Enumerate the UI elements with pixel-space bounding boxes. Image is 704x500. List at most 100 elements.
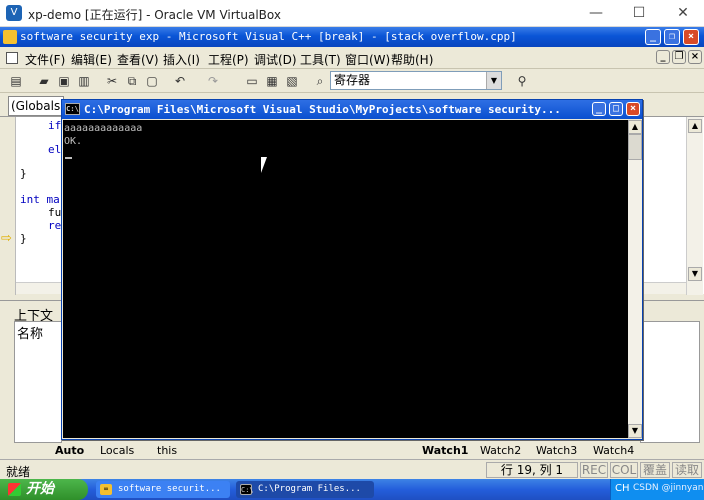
undo-icon[interactable]: ↶ bbox=[172, 73, 188, 89]
console-close-button[interactable]: × bbox=[626, 102, 640, 116]
workspace-icon[interactable]: ▭ bbox=[244, 73, 260, 89]
watermark: CSDN @jinnyan bbox=[633, 483, 704, 493]
scope-combo[interactable]: (Globals bbox=[8, 96, 64, 116]
name-column-header: 名称 bbox=[17, 327, 44, 342]
virtualbox-logo-icon: V bbox=[6, 5, 22, 21]
vc-title-bar: software security exp - Microsoft Visual… bbox=[0, 27, 704, 47]
host-title-bar: V xp-demo [正在运行] - Oracle VM VirtualBox … bbox=[0, 0, 704, 27]
menu-window[interactable]: 窗口(W) bbox=[345, 51, 390, 68]
host-maximize-button[interactable]: ☐ bbox=[624, 3, 654, 23]
save-all-icon[interactable]: ▥ bbox=[76, 73, 92, 89]
code-line: fu bbox=[48, 206, 62, 219]
vc-minimize-button[interactable]: _ bbox=[645, 29, 661, 45]
status-bar: 就绪 行 19, 列 1 REC COL 覆盖 读取 bbox=[0, 459, 704, 479]
menu-project[interactable]: 工程(P) bbox=[208, 51, 249, 68]
console-title-bar[interactable]: C:\ C:\Program Files\Microsoft Visual St… bbox=[62, 100, 642, 119]
current-line-arrow-icon: ⇨ bbox=[1, 231, 12, 246]
find-combo[interactable]: 寄存器 ▼ bbox=[330, 71, 502, 90]
host-minimize-button[interactable]: — bbox=[581, 3, 611, 23]
cut-icon[interactable]: ✂ bbox=[104, 73, 120, 89]
find-in-files-icon[interactable]: ⌕ bbox=[312, 73, 328, 89]
code-line: int ma bbox=[20, 193, 60, 206]
output-icon[interactable]: ▦ bbox=[264, 73, 280, 89]
console-output-line: OK. bbox=[64, 136, 83, 147]
new-file-icon[interactable]: ▤ bbox=[8, 73, 24, 89]
open-folder-icon[interactable]: ▰ bbox=[36, 73, 52, 89]
host-window-title: xp-demo [正在运行] - Oracle VM VirtualBox bbox=[28, 8, 281, 22]
tab-watch4[interactable]: Watch4 bbox=[593, 444, 634, 457]
vc-app-icon: ∞ bbox=[100, 484, 112, 495]
vc-window-title: software security exp - Microsoft Visual… bbox=[20, 30, 517, 43]
document-icon bbox=[6, 52, 18, 64]
tab-watch2[interactable]: Watch2 bbox=[480, 444, 521, 457]
vc-restore-button[interactable]: ❐ bbox=[664, 29, 680, 45]
status-col: COL bbox=[610, 462, 638, 478]
tab-watch3[interactable]: Watch3 bbox=[536, 444, 577, 457]
start-button[interactable]: 开始 bbox=[0, 479, 88, 500]
console-window[interactable]: C:\ C:\Program Files\Microsoft Visual St… bbox=[61, 99, 643, 440]
paste-icon[interactable]: ▢ bbox=[144, 73, 160, 89]
taskbar-item-console[interactable]: C:\ C:\Program Files... bbox=[236, 481, 374, 498]
taskbar-item-vc[interactable]: ∞ software securit... bbox=[96, 481, 230, 498]
console-scrollbar[interactable]: ▲ ▼ bbox=[628, 120, 642, 438]
scroll-down-icon[interactable]: ▼ bbox=[688, 267, 702, 281]
menu-help[interactable]: 帮助(H) bbox=[391, 51, 433, 68]
menu-file[interactable]: 文件(F) bbox=[25, 51, 65, 68]
mouse-pointer-icon bbox=[261, 157, 273, 173]
console-icon: C:\ bbox=[240, 484, 254, 495]
vc-app-icon bbox=[3, 30, 17, 44]
tab-locals[interactable]: Locals bbox=[100, 444, 134, 457]
windows-logo-icon bbox=[8, 483, 21, 496]
taskbar-item-label: C:\Program Files... bbox=[258, 484, 361, 494]
code-line: if bbox=[48, 119, 62, 132]
tab-watch1[interactable]: Watch1 bbox=[422, 444, 468, 457]
scroll-thumb[interactable] bbox=[628, 134, 642, 160]
menu-insert[interactable]: 插入(I) bbox=[163, 51, 200, 68]
tab-this[interactable]: this bbox=[157, 444, 177, 457]
vc-close-button[interactable]: × bbox=[683, 29, 699, 45]
menu-view[interactable]: 查看(V) bbox=[117, 51, 159, 68]
status-read: 读取 bbox=[672, 462, 702, 478]
watch-pane[interactable] bbox=[640, 321, 700, 443]
start-label: 开始 bbox=[26, 481, 54, 497]
menu-edit[interactable]: 编辑(E) bbox=[71, 51, 112, 68]
language-indicator[interactable]: CH bbox=[615, 483, 630, 494]
console-title: C:\Program Files\Microsoft Visual Studio… bbox=[84, 103, 561, 116]
code-line: } bbox=[20, 232, 27, 245]
status-ready: 就绪 bbox=[6, 465, 31, 479]
menu-debug[interactable]: 调试(D) bbox=[254, 51, 297, 68]
doc-restore-button[interactable]: ❐ bbox=[672, 50, 686, 64]
console-output-line: aaaaaaaaaaaaa bbox=[64, 123, 143, 134]
console-screen[interactable]: aaaaaaaaaaaaa OK. bbox=[63, 120, 628, 438]
find-icon[interactable]: ⚲ bbox=[514, 73, 530, 89]
host-close-button[interactable]: ✕ bbox=[668, 3, 698, 23]
console-cursor bbox=[65, 157, 72, 159]
console-maximize-button[interactable]: □ bbox=[609, 102, 623, 116]
status-overwrite: 覆盖 bbox=[640, 462, 670, 478]
console-minimize-button[interactable]: _ bbox=[592, 102, 606, 116]
editor-vertical-scrollbar[interactable]: ▲ ▼ bbox=[686, 117, 703, 295]
doc-close-button[interactable]: × bbox=[688, 50, 702, 64]
system-tray: CH CSDN @jinnyan bbox=[610, 479, 704, 500]
redo-icon[interactable]: ↷ bbox=[205, 73, 221, 89]
chevron-down-icon[interactable]: ▼ bbox=[486, 72, 501, 89]
status-rec: REC bbox=[580, 462, 608, 478]
taskbar-item-label: software securit... bbox=[118, 484, 221, 494]
editor-gutter bbox=[0, 117, 16, 295]
code-line: re bbox=[48, 219, 62, 232]
doc-minimize-button[interactable]: _ bbox=[656, 50, 670, 64]
scroll-down-icon[interactable]: ▼ bbox=[628, 424, 642, 438]
code-line: } bbox=[20, 167, 27, 180]
menu-tools[interactable]: 工具(T) bbox=[300, 51, 341, 68]
cursor-position: 行 19, 列 1 bbox=[486, 462, 578, 478]
scroll-up-icon[interactable]: ▲ bbox=[688, 119, 702, 133]
scroll-up-icon[interactable]: ▲ bbox=[628, 120, 642, 134]
save-icon[interactable]: ▣ bbox=[56, 73, 72, 89]
menu-bar: 文件(F) 编辑(E) 查看(V) 插入(I) 工程(P) 调试(D) 工具(T… bbox=[0, 47, 704, 69]
tab-auto[interactable]: Auto bbox=[55, 444, 84, 457]
variables-pane[interactable]: 名称 bbox=[14, 321, 62, 443]
find-combo-value: 寄存器 bbox=[334, 73, 371, 87]
toolbar: ▤ ▰ ▣ ▥ ✂ ⧉ ▢ ↶ ↷ ▭ ▦ ▧ ⌕ 寄存器 ▼ ⚲ bbox=[0, 69, 704, 93]
copy-icon[interactable]: ⧉ bbox=[124, 73, 140, 89]
window-list-icon[interactable]: ▧ bbox=[284, 73, 300, 89]
